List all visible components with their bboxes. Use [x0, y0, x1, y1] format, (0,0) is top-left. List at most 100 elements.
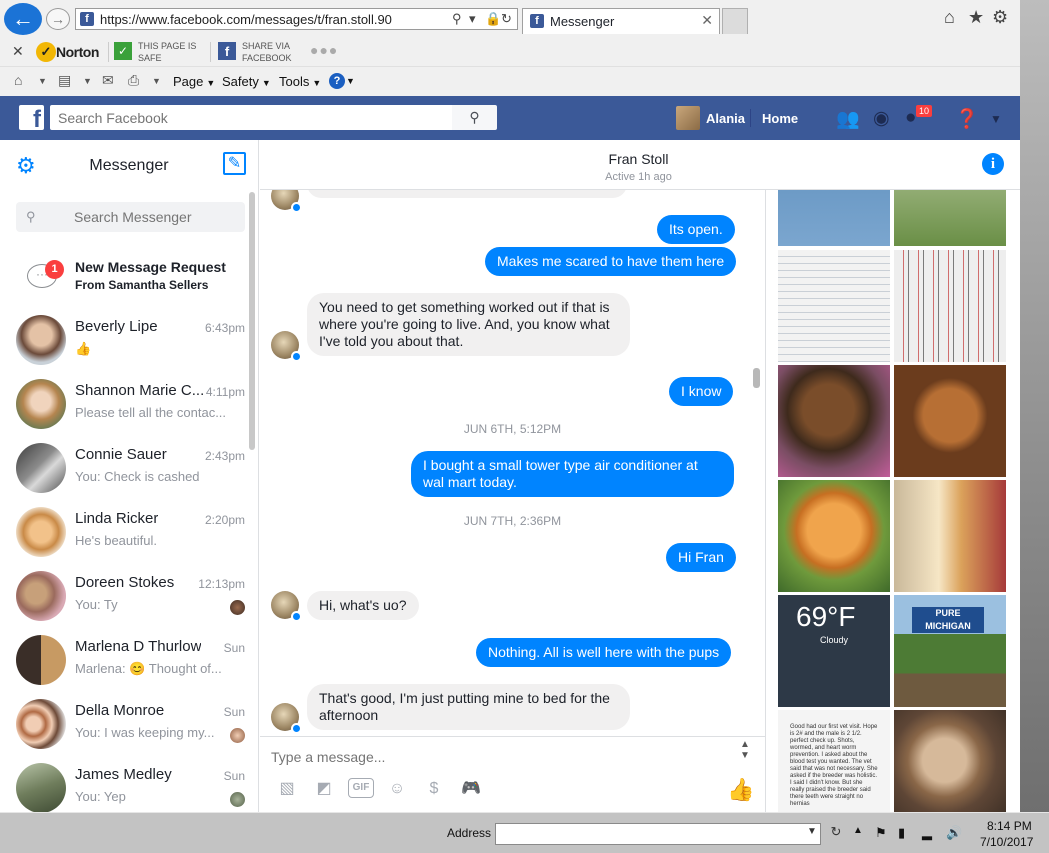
chevron-down-icon[interactable]: ▼ — [346, 76, 355, 86]
facebook-search-input[interactable] — [50, 105, 452, 130]
scrollbar[interactable] — [753, 368, 760, 388]
share-line1: SHARE VIA — [242, 41, 291, 51]
conversation-time: Sun — [223, 705, 245, 719]
forward-button[interactable]: → — [46, 8, 70, 30]
favorites-star-icon[interactable]: ★ — [968, 7, 984, 28]
shared-photo[interactable] — [778, 190, 890, 246]
shared-photo[interactable] — [778, 250, 890, 362]
clock-time[interactable]: 8:14 PM — [987, 819, 1032, 833]
message-bubble[interactable]: Hi Fran — [666, 543, 736, 572]
conversation-item[interactable]: Della Monroe You: I was keeping my... Su… — [0, 694, 248, 758]
more-options-icon[interactable]: ●●● — [310, 42, 338, 58]
payment-dollar-icon[interactable]: $ — [422, 778, 446, 800]
print-icon[interactable]: ⎙ — [128, 72, 139, 89]
contact-name[interactable]: Fran Stoll — [260, 151, 1017, 167]
image-upload-icon[interactable]: ▧ — [275, 778, 299, 800]
shared-photo[interactable] — [778, 480, 890, 592]
battery-icon[interactable]: ▮ — [898, 825, 905, 841]
friend-requests-icon[interactable]: 👥 — [836, 107, 860, 131]
shared-photo-text[interactable]: Good had our first vet visit. Hope is 2#… — [778, 710, 890, 812]
conversation-item[interactable]: James Medley You: Yep Sun — [0, 758, 248, 812]
message-bubble[interactable]: I know — [669, 377, 734, 406]
message-bubble[interactable]: Hi, what's uo? — [307, 591, 419, 620]
conversation-item[interactable]: Marlena D Thurlow Marlena: 😊 Thought of.… — [0, 630, 248, 694]
request-title: New Message Request — [75, 259, 226, 275]
shared-photo[interactable] — [894, 480, 1006, 592]
conversation-item[interactable]: Beverly Lipe 👍 6:43pm — [0, 310, 248, 374]
lock-icon[interactable]: 🔒 — [485, 11, 501, 27]
avatar[interactable] — [676, 106, 700, 130]
info-icon[interactable]: i — [982, 153, 1004, 175]
scrollbar[interactable] — [249, 192, 255, 450]
tools-menu[interactable]: Tools ▼ — [279, 74, 321, 89]
quick-help-icon[interactable]: ❓ — [955, 107, 979, 131]
page-menu[interactable]: Page ▼ — [173, 74, 215, 89]
back-button[interactable]: ← — [4, 3, 42, 35]
search-icon[interactable]: ⚲ — [452, 105, 497, 130]
home-icon[interactable]: ⌂ — [944, 7, 955, 28]
account-menu-chevron-icon[interactable]: ▼ — [990, 112, 1002, 126]
conversation-item[interactable]: Doreen Stokes You: Ty 12:13pm — [0, 566, 248, 630]
search-messenger-input[interactable] — [16, 202, 245, 232]
clock-date[interactable]: 7/10/2017 — [980, 835, 1033, 849]
conversation-snippet: 👍 — [75, 341, 92, 356]
game-controller-icon[interactable]: 🎮 — [459, 778, 483, 800]
facebook-logo-icon[interactable]: f — [19, 105, 44, 130]
chevron-down-icon[interactable]: ▼ — [152, 76, 161, 86]
like-thumbs-up-icon[interactable]: 👍 — [727, 777, 754, 803]
composer-scroll-arrows-icon[interactable]: ▲ ▼ — [740, 739, 750, 761]
shared-photo-michigan[interactable]: PURE MICHIGAN — [894, 595, 1006, 707]
dropdown-icon[interactable]: ▾ — [469, 11, 476, 27]
volume-icon[interactable]: 🔊 — [946, 825, 962, 841]
message-bubble[interactable]: Nothing. All is well here with the pups — [476, 638, 732, 667]
url-field[interactable]: f https://www.facebook.com/messages/t/fr… — [75, 8, 518, 30]
close-toolbar-icon[interactable]: ✕ — [12, 43, 24, 60]
shared-photo[interactable] — [894, 365, 1006, 477]
home-icon[interactable]: ⌂ — [14, 72, 22, 88]
chevron-down-icon[interactable]: ▼ — [38, 76, 47, 86]
help-icon[interactable]: ? — [329, 73, 345, 89]
message-request-item[interactable]: ··· 1 New Message Request From Samantha … — [0, 250, 248, 300]
search-icon[interactable]: ⚲ — [452, 11, 462, 27]
network-icon[interactable]: ▂ — [922, 825, 932, 841]
page-safe-indicator[interactable]: ✓ THIS PAGE IS SAFE — [114, 40, 204, 64]
gif-icon[interactable]: GIF — [348, 778, 374, 798]
norton-button[interactable]: ✓ Norton — [36, 41, 104, 63]
message-bubble[interactable]: You need to get something worked out if … — [307, 293, 630, 356]
close-tab-icon[interactable]: ✕ — [701, 12, 713, 29]
new-tab-button[interactable] — [722, 8, 748, 34]
shared-photo[interactable] — [894, 710, 1006, 812]
rss-feed-icon[interactable]: ▤ — [58, 72, 71, 89]
message-input[interactable] — [271, 745, 731, 769]
flag-icon[interactable]: ⚑ — [875, 825, 887, 841]
chevron-down-icon[interactable]: ▼ — [807, 826, 817, 837]
tab-messenger[interactable]: f Messenger ✕ — [522, 8, 720, 34]
message-bubble[interactable]: Makes me scared to have them here — [485, 247, 737, 276]
conversation-item[interactable]: Connie Sauer You: Check is cashed 2:43pm — [0, 438, 248, 502]
safety-menu[interactable]: Safety ▼ — [222, 74, 271, 89]
taskbar: Address ▼ ↻ ▲ ⚑ ▮ ▂ 🔊 8:14 PM 7/10/2017 — [0, 812, 1049, 853]
shared-photo[interactable] — [894, 190, 1006, 246]
refresh-icon[interactable]: ↻ — [501, 11, 512, 27]
chevron-down-icon[interactable]: ▼ — [83, 76, 92, 86]
message-bubble[interactable]: That's good, I'm just putting mine to be… — [307, 684, 630, 730]
compose-icon[interactable]: ✎ — [223, 152, 246, 175]
shared-photo-weather[interactable]: 69°F Cloudy — [778, 595, 890, 707]
conversation-item[interactable]: Linda Ricker He's beautiful. 2:20pm — [0, 502, 248, 566]
message-bubble[interactable]: Its open. — [657, 215, 735, 244]
shared-photo[interactable] — [894, 250, 1006, 362]
show-hidden-icons-icon[interactable]: ▲ — [853, 825, 863, 836]
conversation-item[interactable]: Shannon Marie C... Please tell all the c… — [0, 374, 248, 438]
home-link[interactable]: Home — [762, 111, 798, 126]
shared-photo[interactable] — [778, 365, 890, 477]
message-bubble[interactable]: I bought a small tower type air conditio… — [411, 451, 734, 497]
messenger-icon[interactable]: ◉ — [873, 107, 890, 130]
mail-icon[interactable]: ✉ — [102, 72, 114, 89]
address-toolbar-input[interactable] — [495, 823, 821, 845]
emoji-icon[interactable]: ☺ — [385, 778, 409, 800]
refresh-icon[interactable]: ↻ — [825, 824, 847, 844]
share-facebook-button[interactable]: f SHARE VIA FACEBOOK — [218, 40, 304, 64]
settings-gear-icon[interactable]: ⚙ — [992, 7, 1008, 28]
profile-name-link[interactable]: Alania — [706, 111, 745, 126]
sticker-icon[interactable]: ◩ — [312, 778, 336, 800]
